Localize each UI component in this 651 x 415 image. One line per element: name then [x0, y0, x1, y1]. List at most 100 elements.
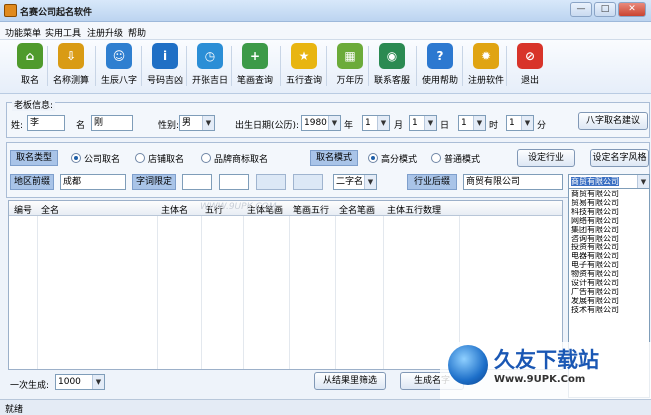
industry-suffix-item[interactable]: 电器有限公司	[571, 252, 647, 261]
toolbar-separator	[186, 46, 187, 86]
industry-suffix-item[interactable]: 发展有限公司	[571, 297, 647, 306]
menu-register[interactable]: 注册升级	[87, 26, 123, 39]
toolbar-document-plus-button[interactable]: + 笔画查询	[233, 43, 277, 91]
watermark-url: Www.9UPK.Com	[494, 374, 586, 385]
toolbar-calendar-button[interactable]: ▦ 万年历	[328, 43, 372, 91]
toolbar-star-button[interactable]: ★ 五行查询	[282, 43, 326, 91]
toolbar-separator	[416, 46, 417, 86]
birth-year-select[interactable]: 1980 ▼	[301, 115, 341, 131]
col-full-strokes[interactable]: 全名笔画	[339, 203, 375, 216]
set-name-style-button[interactable]: 设定名字风格	[590, 149, 649, 167]
col-main-element-numerology[interactable]: 主体五行数理	[387, 203, 441, 216]
toolbar-info-button[interactable]: i 号码吉凶	[143, 43, 187, 91]
high-score-mode-label: 高分模式	[381, 155, 418, 165]
industry-suffix-item[interactable]: 网络有限公司	[571, 217, 647, 226]
industry-suffix-item[interactable]: 集团有限公司	[571, 226, 647, 235]
given-name-input[interactable]: 刚	[91, 115, 133, 131]
toolbar-download-arrow-button[interactable]: ⇩ 名称测算	[49, 43, 93, 91]
menu-tools[interactable]: 实用工具	[45, 26, 81, 39]
filter-results-button[interactable]: 从结果里筛选	[314, 372, 386, 390]
toolbar-separator	[462, 46, 463, 86]
minimize-button[interactable]: —	[570, 2, 592, 17]
high-score-mode-radio[interactable]	[368, 153, 378, 163]
industry-suffix-item[interactable]: 咨询有限公司	[571, 235, 647, 244]
grid-line	[243, 216, 244, 369]
brand-name-radio[interactable]	[201, 153, 211, 163]
char-limit-input-4[interactable]	[293, 174, 323, 190]
year-unit: 年	[344, 121, 354, 131]
grid-line	[201, 216, 202, 369]
birth-hour-select[interactable]: 1 ▼	[458, 115, 486, 131]
toolbar-label: 名称测算	[52, 76, 89, 86]
industry-suffix-item[interactable]: 科技有限公司	[571, 208, 647, 217]
maximize-button[interactable]: □	[594, 2, 616, 17]
toolbar-globe-button[interactable]: ◉ 联系客服	[370, 43, 414, 91]
birth-date-label: 出生日期(公历):	[235, 121, 300, 131]
grid-line	[335, 216, 336, 369]
industry-suffix-item[interactable]: 投资有限公司	[571, 243, 647, 252]
toolbar-separator	[280, 46, 281, 86]
info-icon: i	[152, 43, 178, 69]
toolbar-label: 笔画查询	[236, 76, 273, 86]
toolbar-separator	[95, 46, 96, 86]
chevron-down-icon: ▼	[521, 116, 533, 130]
industry-suffix-item[interactable]: 技术有限公司	[571, 306, 647, 315]
toolbar-gear-button[interactable]: ✹ 注册软件	[464, 43, 508, 91]
toolbar-label: 五行查询	[285, 76, 322, 86]
col-full-name[interactable]: 全名	[41, 203, 59, 216]
toolbar-separator	[326, 46, 327, 86]
region-prefix-tag: 地区前缀	[10, 174, 54, 190]
generate-count-select[interactable]: 1000 ▼	[55, 374, 105, 390]
bazi-suggestion-button[interactable]: 八字取名建议	[578, 112, 648, 130]
industry-suffix-item[interactable]: 商贸有限公司	[571, 190, 647, 199]
char-count-select[interactable]: 二字名 ▼	[333, 174, 377, 190]
toolbar-clock-button[interactable]: ◷ 开张吉日	[188, 43, 232, 91]
grid-line	[157, 216, 158, 369]
grid-line	[289, 216, 290, 369]
window-title: 名赛公司起名软件	[20, 8, 93, 18]
industry-suffix-item[interactable]: 贸易有限公司	[571, 199, 647, 208]
col-number[interactable]: 编号	[14, 203, 32, 216]
month-unit: 月	[394, 121, 404, 131]
menu-function[interactable]: 功能菜单	[5, 26, 41, 39]
industry-suffix-item[interactable]: 设计有限公司	[571, 279, 647, 288]
toolbar-separator	[231, 46, 232, 86]
toolbar-label: 生辰八字	[100, 76, 137, 86]
birth-day-select[interactable]: 1 ▼	[409, 115, 437, 131]
close-button[interactable]: ✕	[618, 2, 646, 17]
menu-help[interactable]: 帮助	[128, 26, 146, 39]
region-prefix-input[interactable]: 成都	[60, 174, 126, 190]
surname-input[interactable]: 李	[27, 115, 65, 131]
toolbar-help-button[interactable]: ? 使用帮助	[418, 43, 462, 91]
toolbar-label: 使用帮助	[421, 76, 458, 86]
house-icon: ⌂	[17, 43, 43, 69]
toolbar-people-button[interactable]: ☺ 生辰八字	[97, 43, 141, 91]
gender-label: 性别:	[158, 121, 180, 131]
grid-line	[383, 216, 384, 369]
shop-name-radio[interactable]	[135, 153, 145, 163]
birth-minute-select[interactable]: 1 ▼	[506, 115, 534, 131]
download-arrow-icon: ⇩	[58, 43, 84, 69]
birth-month-select[interactable]: 1 ▼	[362, 115, 390, 131]
industry-suffix-item[interactable]: 广告有限公司	[571, 288, 647, 297]
char-limit-input-2[interactable]	[219, 174, 249, 190]
col-stroke-elements[interactable]: 笔画五行	[293, 203, 329, 216]
char-limit-input-3[interactable]	[256, 174, 286, 190]
toolbar-label: 退出	[520, 76, 539, 86]
toolbar-separator	[506, 46, 507, 86]
calendar-icon: ▦	[337, 43, 363, 69]
industry-suffix-input[interactable]: 商贸有限公司	[463, 174, 563, 190]
hour-unit: 时	[489, 121, 499, 131]
toolbar-label: 取名	[20, 76, 39, 86]
toolbar-house-button[interactable]: ⌂ 取名	[8, 43, 52, 91]
industry-suffix-item[interactable]: 物资有限公司	[571, 270, 647, 279]
gender-select[interactable]: 男 ▼	[179, 115, 215, 131]
industry-suffix-item[interactable]: 电子有限公司	[571, 261, 647, 270]
normal-mode-radio[interactable]	[431, 153, 441, 163]
char-limit-input-1[interactable]	[182, 174, 212, 190]
set-industry-button[interactable]: 设定行业	[517, 149, 575, 167]
company-name-radio[interactable]	[71, 153, 81, 163]
toolbar-stop-button[interactable]: ⊘ 退出	[508, 43, 552, 91]
col-main-name[interactable]: 主体名	[161, 203, 188, 216]
clock-icon: ◷	[197, 43, 223, 69]
